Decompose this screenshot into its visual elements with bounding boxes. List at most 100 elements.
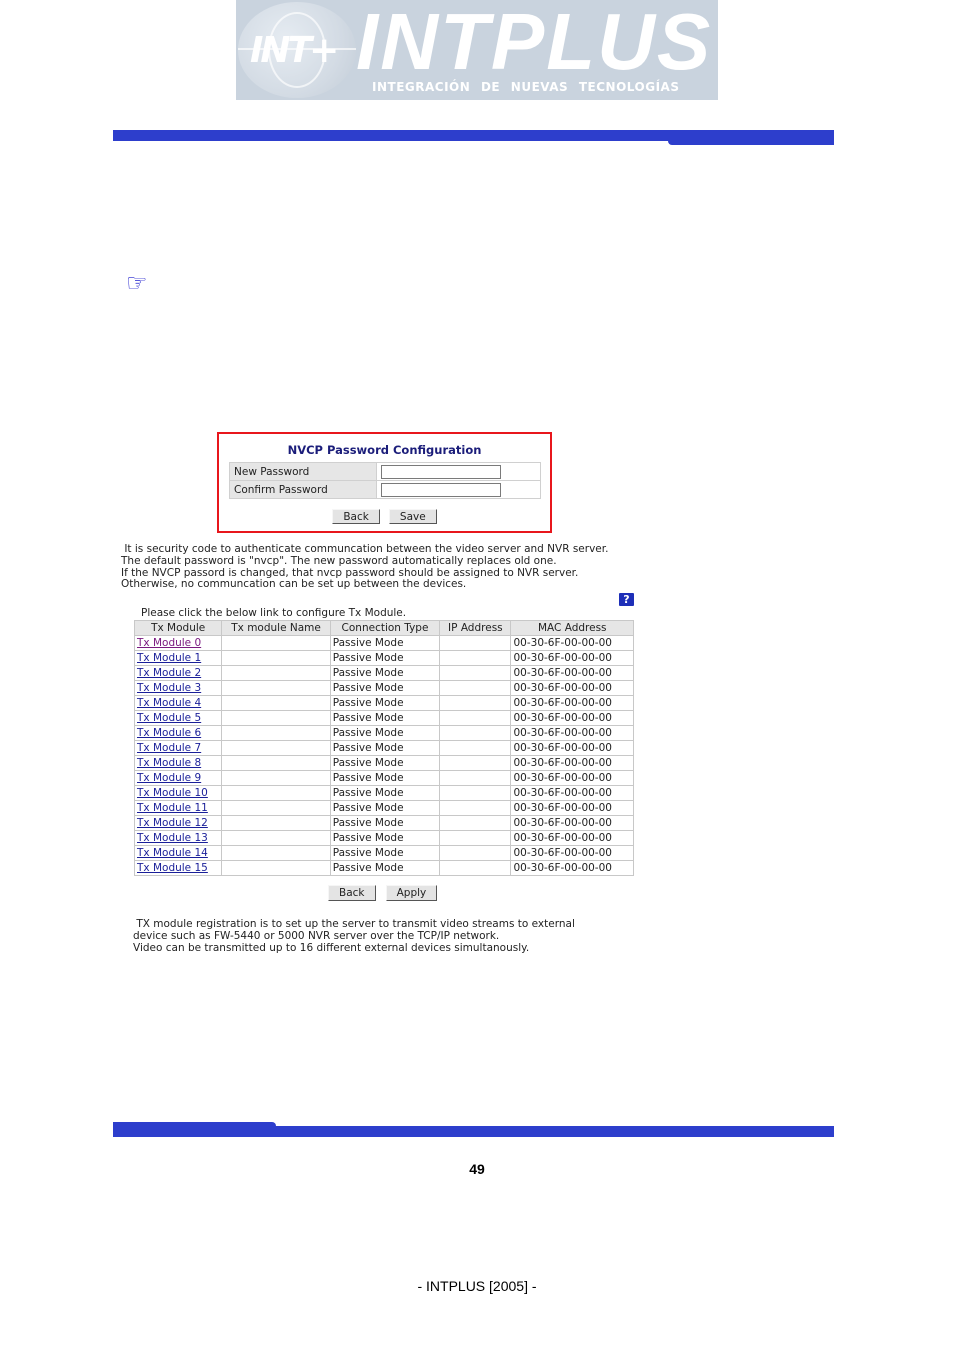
tx-module-link[interactable]: Tx Module 10	[137, 787, 208, 799]
tx-module-name-cell	[221, 740, 331, 756]
tx-module-link[interactable]: Tx Module 5	[137, 712, 201, 724]
ip-address-cell	[439, 665, 512, 681]
ip-address-cell	[439, 845, 512, 861]
tx-module-name-cell	[221, 635, 331, 651]
tx-module-link-cell: Tx Module 14	[133, 845, 223, 861]
connection-type-cell: Passive Mode	[329, 650, 441, 666]
table-row: Tx Module 1 Passive Mode 00-30-6F-00-00-00	[133, 650, 634, 666]
mac-address-cell: 00-30-6F-00-00-00	[510, 710, 634, 726]
connection-type-cell: Passive Mode	[329, 710, 441, 726]
tx-module-link[interactable]: Tx Module 13	[137, 832, 208, 844]
tx-module-name-cell	[221, 860, 331, 876]
save-button[interactable]: Save	[388, 509, 437, 524]
tx-module-name-cell	[221, 695, 331, 711]
tx-module-link[interactable]: Tx Module 4	[137, 697, 201, 709]
connection-type-cell: Passive Mode	[329, 725, 441, 741]
tx-module-link[interactable]: Tx Module 14	[137, 847, 208, 859]
ip-address-cell	[439, 635, 512, 651]
panel-title: NVCP Password Configuration	[287, 443, 482, 457]
new-password-cell	[376, 462, 541, 481]
tx-module-link-cell: Tx Module 10	[133, 785, 223, 801]
tx-module-link-cell: Tx Module 15	[133, 860, 223, 876]
tx-module-link[interactable]: Tx Module 9	[137, 772, 201, 784]
table-row: Tx Module 5 Passive Mode 00-30-6F-00-00-00	[133, 710, 634, 726]
mac-address-cell: 00-30-6F-00-00-00	[510, 830, 634, 846]
tx-module-link[interactable]: Tx Module 2	[137, 667, 201, 679]
ip-address-cell	[439, 770, 512, 786]
tx-module-link[interactable]: Tx Module 7	[137, 742, 201, 754]
tx-back-button[interactable]: Back	[328, 885, 376, 901]
connection-type-cell: Passive Mode	[329, 860, 441, 876]
apply-button[interactable]: Apply	[385, 885, 438, 901]
intplus-logo: INT+ INTPLUS INTEGRACIÓN DE NUEVAS TECNO…	[236, 0, 718, 100]
mac-address-cell: 00-30-6F-00-00-00	[510, 635, 634, 651]
ip-address-cell	[439, 800, 512, 816]
tx-module-link[interactable]: Tx Module 6	[137, 727, 201, 739]
tx-module-link-cell: Tx Module 13	[133, 830, 223, 846]
tx-module-link[interactable]: Tx Module 3	[137, 682, 201, 694]
tx-module-link-cell: Tx Module 6	[133, 725, 223, 741]
new-password-input[interactable]	[381, 464, 501, 479]
back-button[interactable]: Back	[332, 509, 380, 524]
footer-divider-bar	[113, 1126, 834, 1137]
table-header-row: Tx Module Tx module Name Connection Type…	[133, 620, 634, 636]
col-connection-type: Connection Type	[329, 620, 441, 636]
tx-module-link-cell: Tx Module 11	[133, 800, 223, 816]
tx-module-link-cell: Tx Module 9	[133, 770, 223, 786]
tx-module-link-cell: Tx Module 8	[133, 755, 223, 771]
ip-address-cell	[439, 740, 512, 756]
tx-table-body: Tx Module 0 Passive Mode 00-30-6F-00-00-00…	[133, 635, 634, 876]
table-row: Tx Module 3 Passive Mode 00-30-6F-00-00-00	[133, 680, 634, 696]
connection-type-cell: Passive Mode	[329, 800, 441, 816]
footer-text: - INTPLUS [2005] -	[417, 1278, 537, 1294]
connection-type-cell: Passive Mode	[329, 695, 441, 711]
new-password-label: New Password	[229, 462, 377, 481]
mac-address-cell: 00-30-6F-00-00-00	[510, 740, 634, 756]
tx-caption: Please click the below link to configure…	[141, 607, 407, 619]
col-ip-address: IP Address	[439, 620, 512, 636]
connection-type-cell: Passive Mode	[329, 680, 441, 696]
col-tx-module: Tx Module	[133, 620, 223, 636]
mac-address-cell: 00-30-6F-00-00-00	[510, 845, 634, 861]
password-form: New Password Confirm Password	[229, 462, 541, 499]
tx-module-link-cell: Tx Module 5	[133, 710, 223, 726]
tx-buttons: Back Apply	[328, 881, 442, 901]
tx-module-name-cell	[221, 710, 331, 726]
ip-address-cell	[439, 860, 512, 876]
ip-address-cell	[439, 680, 512, 696]
mac-address-cell: 00-30-6F-00-00-00	[510, 680, 634, 696]
tx-module-link[interactable]: Tx Module 11	[137, 802, 208, 814]
connection-type-cell: Passive Mode	[329, 815, 441, 831]
mac-address-cell: 00-30-6F-00-00-00	[510, 785, 634, 801]
ip-address-cell	[439, 710, 512, 726]
tx-module-link[interactable]: Tx Module 1	[137, 652, 201, 664]
connection-type-cell: Passive Mode	[329, 755, 441, 771]
table-row: Tx Module 6 Passive Mode 00-30-6F-00-00-00	[133, 725, 634, 741]
ip-address-cell	[439, 830, 512, 846]
tx-module-link[interactable]: Tx Module 0	[137, 637, 201, 649]
tx-module-name-cell	[221, 800, 331, 816]
tx-module-link[interactable]: Tx Module 12	[137, 817, 208, 829]
form-row: New Password	[229, 462, 541, 481]
logo-tagline: INTEGRACIÓN DE NUEVAS TECNOLOGÍAS	[372, 80, 680, 94]
connection-type-cell: Passive Mode	[329, 665, 441, 681]
ip-address-cell	[439, 785, 512, 801]
tx-module-link-cell: Tx Module 7	[133, 740, 223, 756]
mac-address-cell: 00-30-6F-00-00-00	[510, 695, 634, 711]
tx-module-link-cell: Tx Module 3	[133, 680, 223, 696]
ip-address-cell	[439, 815, 512, 831]
tx-module-link-cell: Tx Module 4	[133, 695, 223, 711]
nvcp-password-panel: NVCP Password Configuration New Password…	[217, 432, 552, 533]
connection-type-cell: Passive Mode	[329, 635, 441, 651]
tx-module-name-cell	[221, 725, 331, 741]
tx-module-link[interactable]: Tx Module 15	[137, 862, 208, 874]
confirm-password-input[interactable]	[381, 482, 501, 497]
help-icon[interactable]: ?	[619, 593, 634, 606]
ip-address-cell	[439, 725, 512, 741]
tx-module-name-cell	[221, 845, 331, 861]
col-tx-module-name: Tx module Name	[221, 620, 331, 636]
tx-module-link[interactable]: Tx Module 8	[137, 757, 201, 769]
tx-module-name-cell	[221, 830, 331, 846]
table-row: Tx Module 10 Passive Mode 00-30-6F-00-00-0…	[133, 785, 634, 801]
connection-type-cell: Passive Mode	[329, 770, 441, 786]
